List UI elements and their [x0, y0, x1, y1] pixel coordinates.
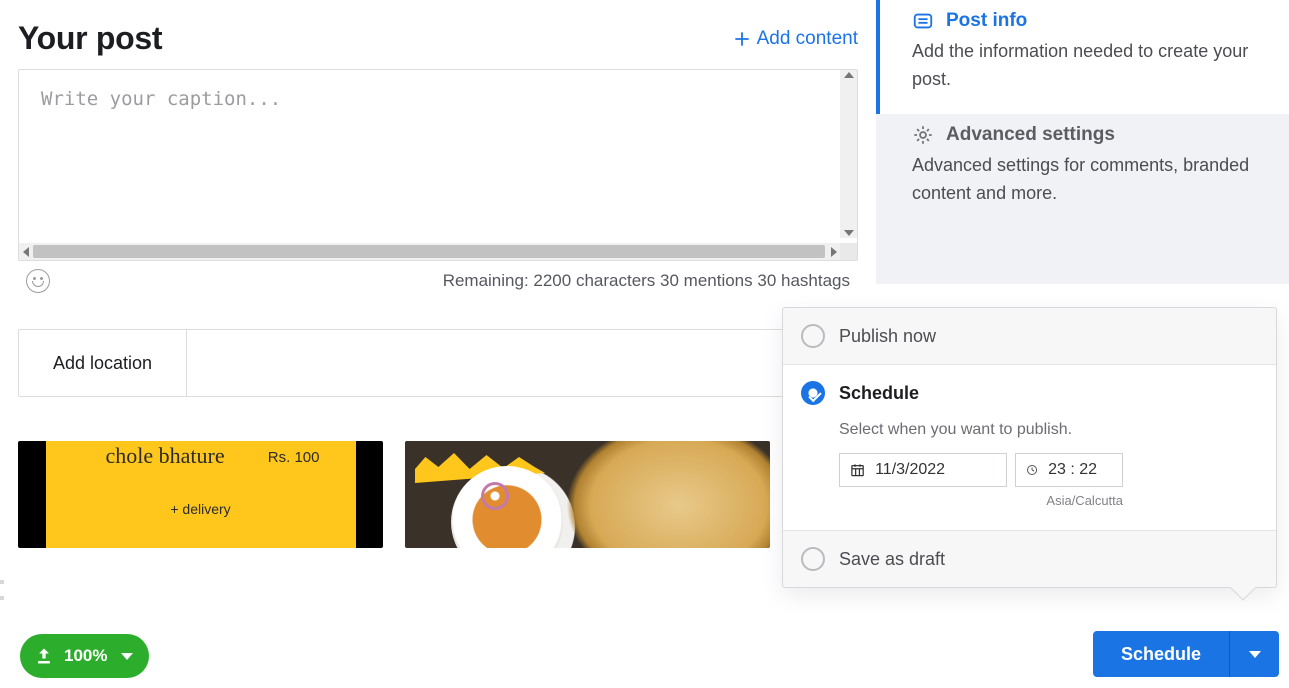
time-input[interactable]	[1046, 460, 1112, 480]
emoji-picker-button[interactable]	[26, 269, 50, 293]
radio-unchecked-icon	[801, 547, 825, 571]
side-section-title: Post info	[946, 10, 1027, 32]
side-section-desc: Advanced settings for comments, branded …	[912, 152, 1271, 208]
scrollbar-thumb[interactable]	[33, 245, 825, 258]
bottom-action-bar: Schedule	[0, 620, 1289, 688]
location-field[interactable]	[187, 330, 857, 396]
calendar-icon	[850, 461, 865, 479]
add-content-label: Add content	[757, 28, 858, 50]
side-panel-scroll[interactable]: Post info Add the information needed to …	[876, 0, 1289, 284]
side-section-title: Advanced settings	[946, 124, 1115, 146]
scroll-left-icon	[23, 247, 29, 257]
chevron-down-icon	[121, 653, 133, 660]
radio-checked-icon	[801, 381, 825, 405]
media-text-price: Rs. 100	[268, 449, 320, 466]
schedule-button-label: Schedule	[1121, 644, 1201, 665]
schedule-button[interactable]: Schedule	[1093, 631, 1229, 677]
scroll-right-icon	[831, 247, 837, 257]
page-title: Your post	[18, 20, 162, 57]
scrollbar-corner	[840, 243, 857, 260]
option-label: Save as draft	[839, 549, 945, 570]
upload-progress-pill[interactable]: 100%	[20, 634, 149, 678]
caption-vertical-scrollbar[interactable]	[840, 70, 857, 238]
time-field[interactable]	[1015, 453, 1123, 487]
caption-editor	[18, 69, 858, 261]
add-location-button[interactable]: Add location	[19, 330, 187, 396]
caption-textarea[interactable]	[19, 70, 839, 238]
side-section-advanced-settings[interactable]: Advanced settings Advanced settings for …	[876, 114, 1289, 228]
add-location-label: Add location	[53, 353, 152, 374]
option-publish-now[interactable]: Publish now	[783, 308, 1276, 365]
schedule-hint: Select when you want to publish.	[839, 421, 1258, 439]
schedule-button-dropdown[interactable]	[1229, 631, 1279, 677]
media-attachments: chole bhature Rs. 100 + delivery	[18, 441, 858, 548]
window-notch	[0, 596, 4, 600]
schedule-split-button: Schedule	[1093, 631, 1279, 677]
chevron-down-icon	[1249, 651, 1261, 658]
location-row: Add location	[18, 329, 858, 397]
timezone-label: Asia/Calcutta	[839, 493, 1123, 508]
scroll-up-icon	[844, 72, 854, 78]
upload-icon	[34, 646, 54, 666]
upload-percent: 100%	[64, 646, 107, 666]
side-section-post-info[interactable]: Post info Add the information needed to …	[876, 0, 1289, 114]
plus-icon	[733, 30, 751, 48]
option-label: Publish now	[839, 326, 936, 347]
decorative-onion	[481, 482, 509, 510]
option-save-draft[interactable]: Save as draft	[783, 530, 1276, 587]
schedule-popover: Publish now Schedule Select when you wan…	[782, 307, 1277, 588]
side-section-desc: Add the information needed to create you…	[912, 38, 1271, 94]
gear-icon	[912, 124, 934, 146]
window-notch	[0, 580, 4, 584]
caption-horizontal-scrollbar[interactable]	[19, 243, 857, 260]
media-text-delivery: + delivery	[46, 501, 356, 517]
scroll-down-icon	[844, 230, 854, 236]
option-schedule[interactable]: Schedule	[783, 365, 1276, 421]
character-counter: Remaining: 2200 characters 30 mentions 3…	[443, 271, 850, 291]
schedule-body: Select when you want to publish. Asia/Ca…	[783, 421, 1276, 530]
date-field[interactable]	[839, 453, 1007, 487]
add-content-button[interactable]: Add content	[733, 28, 858, 50]
option-label: Schedule	[839, 383, 919, 404]
date-input[interactable]	[873, 460, 996, 480]
clock-icon	[1026, 462, 1038, 478]
radio-unchecked-icon	[801, 324, 825, 348]
media-thumbnail[interactable]: chole bhature Rs. 100 + delivery	[18, 441, 383, 548]
post-info-icon	[912, 10, 934, 32]
main-content-scroll[interactable]: Your post Add content	[0, 0, 876, 560]
media-text-dish: chole bhature	[106, 443, 225, 469]
media-thumbnail[interactable]	[405, 441, 770, 548]
